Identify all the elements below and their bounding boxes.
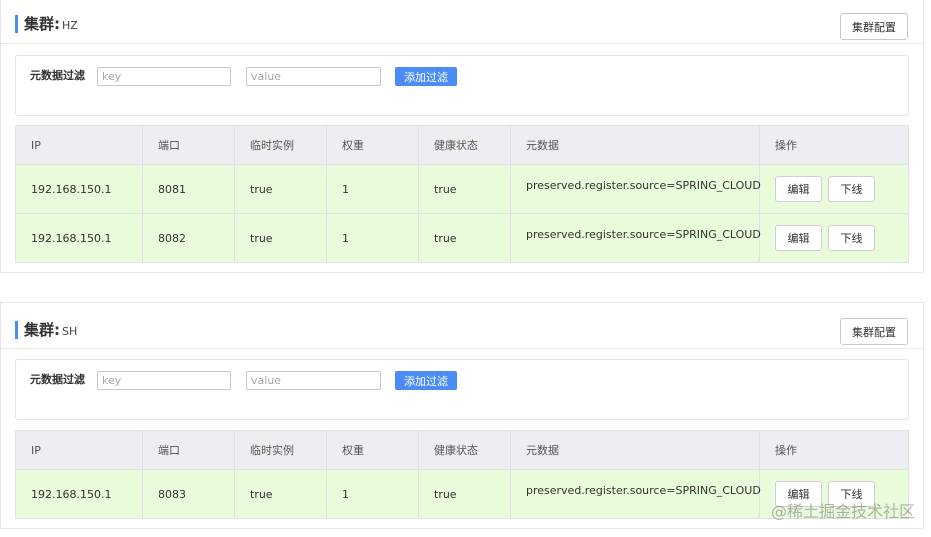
cluster-config-button[interactable]: 集群配置 — [840, 13, 908, 40]
add-filter-button[interactable]: 添加过滤 — [395, 371, 457, 390]
column-header-ephemeral: 临时实例 — [234, 125, 327, 165]
cell-port: 8082 — [142, 213, 235, 263]
cell-weight: 1 — [326, 213, 419, 263]
cell-ip: 192.168.150.1 — [15, 164, 143, 214]
column-header-actions: 操作 — [759, 430, 909, 470]
column-header-ip: IP — [15, 430, 143, 470]
cell-ip: 192.168.150.1 — [15, 469, 143, 519]
filter-value-input[interactable] — [246, 371, 381, 390]
column-header-port: 端口 — [142, 125, 235, 165]
cluster-config-button[interactable]: 集群配置 — [840, 318, 908, 345]
column-header-metadata: 元数据 — [510, 125, 760, 165]
cell-port: 8081 — [142, 164, 235, 214]
column-header-health: 健康状态 — [418, 430, 511, 470]
column-header-ephemeral: 临时实例 — [234, 430, 327, 470]
cluster-title: 集群: HZ — [15, 15, 78, 33]
column-header-metadata: 元数据 — [510, 430, 760, 470]
column-header-weight: 权重 — [326, 125, 419, 165]
column-header-port: 端口 — [142, 430, 235, 470]
offline-button[interactable]: 下线 — [828, 225, 875, 251]
cell-metadata: preserved.register.source=SPRING_CLOUD — [510, 213, 761, 263]
cluster-title: 集群: SH — [15, 321, 77, 339]
edit-button[interactable]: 编辑 — [775, 176, 822, 202]
cell-actions: 编辑 下线 — [759, 213, 909, 263]
cluster-header: 集群: SH 集群配置 — [1, 311, 923, 349]
cell-ephemeral: true — [234, 213, 327, 263]
column-header-actions: 操作 — [759, 125, 909, 165]
cell-health: true — [418, 164, 511, 214]
metadata-filter-panel: 元数据过滤 添加过滤 — [15, 359, 909, 420]
cell-health: true — [418, 469, 511, 519]
add-filter-button[interactable]: 添加过滤 — [395, 67, 457, 86]
cell-weight: 1 — [326, 469, 419, 519]
cluster-name: HZ — [62, 19, 78, 32]
offline-button[interactable]: 下线 — [828, 176, 875, 202]
table-row: 192.168.150.1 8081 true 1 true preserved… — [15, 164, 909, 214]
cell-ephemeral: true — [234, 469, 327, 519]
watermark: @稀土掘金技术社区 — [770, 502, 915, 521]
column-header-weight: 权重 — [326, 430, 419, 470]
cell-metadata: preserved.register.source=SPRING_CLOUD — [510, 469, 761, 519]
cell-metadata: preserved.register.source=SPRING_CLOUD — [510, 164, 761, 214]
cluster-name: SH — [62, 325, 78, 338]
cluster-header: 集群: HZ 集群配置 — [1, 0, 923, 44]
column-header-health: 健康状态 — [418, 125, 511, 165]
cell-health: true — [418, 213, 511, 263]
table-row: 192.168.150.1 8082 true 1 true preserved… — [15, 213, 909, 263]
table-header-row: IP 端口 临时实例 权重 健康状态 元数据 操作 — [15, 430, 909, 470]
metadata-filter-label: 元数据过滤 — [30, 69, 85, 82]
edit-button[interactable]: 编辑 — [775, 225, 822, 251]
cell-actions: 编辑 下线 — [759, 164, 909, 214]
cell-ephemeral: true — [234, 164, 327, 214]
cell-weight: 1 — [326, 164, 419, 214]
cluster-panel-sh: 集群:SH 集群配置 元数据过滤 添加过滤 IP 端口 临时实例 权重 健康状态… — [0, 302, 924, 529]
filter-value-input[interactable] — [246, 67, 381, 86]
metadata-filter-panel: 元数据过滤 添加过滤 — [15, 55, 909, 116]
filter-key-input[interactable] — [97, 67, 231, 86]
filter-key-input[interactable] — [97, 371, 231, 390]
cell-ip: 192.168.150.1 — [15, 213, 143, 263]
cluster-panel-hz: 集群:HZ 集群配置 元数据过滤 添加过滤 IP 端口 临时实例 权重 健康状态… — [0, 0, 924, 273]
column-header-ip: IP — [15, 125, 143, 165]
metadata-filter-label: 元数据过滤 — [30, 373, 85, 386]
table-header-row: IP 端口 临时实例 权重 健康状态 元数据 操作 — [15, 125, 909, 165]
cluster-title-label: 集群: — [24, 321, 60, 339]
cluster-title-label: 集群: — [24, 15, 60, 33]
instance-table: IP 端口 临时实例 权重 健康状态 元数据 操作 192.168.150.1 … — [15, 125, 909, 263]
cell-port: 8083 — [142, 469, 235, 519]
